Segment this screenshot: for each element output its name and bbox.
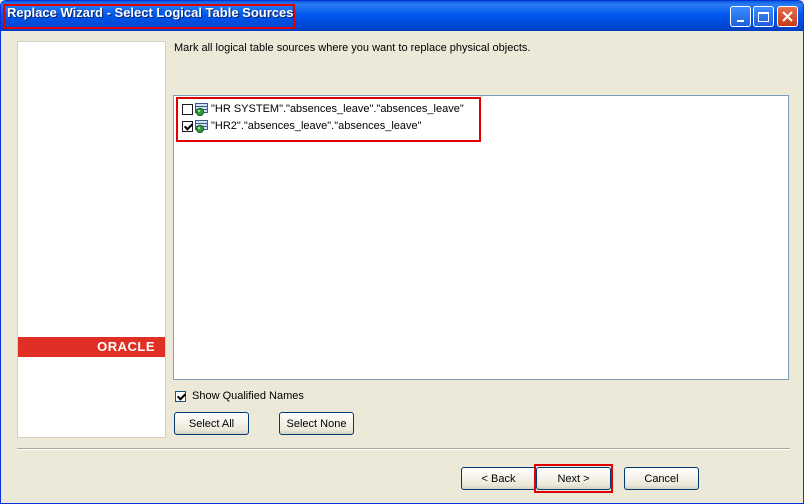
title-bar[interactable]: Replace Wizard - Select Logical Table So… <box>1 1 803 31</box>
footer-divider <box>17 448 790 450</box>
close-icon <box>782 11 793 22</box>
minimize-button[interactable] <box>730 6 751 27</box>
replace-wizard-window: Replace Wizard - Select Logical Table So… <box>0 0 804 504</box>
cancel-button[interactable]: Cancel <box>624 467 699 490</box>
minimize-icon <box>737 19 744 22</box>
wizard-side-panel: ORACLE <box>17 41 166 438</box>
oracle-logo: ORACLE <box>18 337 165 357</box>
back-button[interactable]: < Back <box>461 467 536 490</box>
close-button[interactable] <box>777 6 798 27</box>
maximize-icon <box>758 11 769 22</box>
select-none-button[interactable]: Select None <box>279 412 354 435</box>
show-qualified-names-label: Show Qualified Names <box>192 390 304 402</box>
instruction-text: Mark all logical table sources where you… <box>174 42 531 54</box>
wizard-client-area: ORACLE Mark all logical table sources wh… <box>4 31 800 501</box>
show-qualified-names-checkbox[interactable] <box>175 390 186 402</box>
maximize-button[interactable] <box>753 6 774 27</box>
next-button-highlight <box>534 464 613 493</box>
window-title: Replace Wizard - Select Logical Table So… <box>7 5 294 20</box>
sources-highlight <box>176 97 481 142</box>
select-all-button[interactable]: Select All <box>174 412 249 435</box>
show-qualified-names-option[interactable]: Show Qualified Names <box>175 390 304 402</box>
